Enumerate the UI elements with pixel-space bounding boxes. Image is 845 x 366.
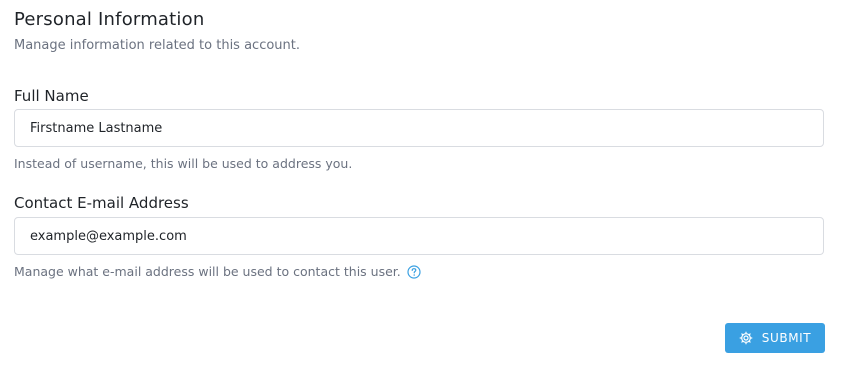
email-input[interactable]	[14, 217, 824, 255]
email-helper: Manage what e-mail address will be used …	[14, 264, 401, 279]
submit-label: SUBMIT	[761, 331, 812, 345]
full-name-helper: Instead of username, this will be used t…	[14, 156, 353, 171]
gear-icon	[739, 331, 753, 345]
section-title: Personal Information	[14, 9, 205, 30]
full-name-label: Full Name	[14, 87, 89, 105]
email-helper-row: Manage what e-mail address will be used …	[14, 264, 421, 282]
email-label: Contact E-mail Address	[14, 194, 189, 212]
section-subtitle: Manage information related to this accou…	[14, 38, 301, 53]
question-circle-icon[interactable]	[407, 265, 421, 282]
full-name-input[interactable]	[14, 109, 824, 147]
submit-button[interactable]: SUBMIT	[725, 323, 825, 353]
